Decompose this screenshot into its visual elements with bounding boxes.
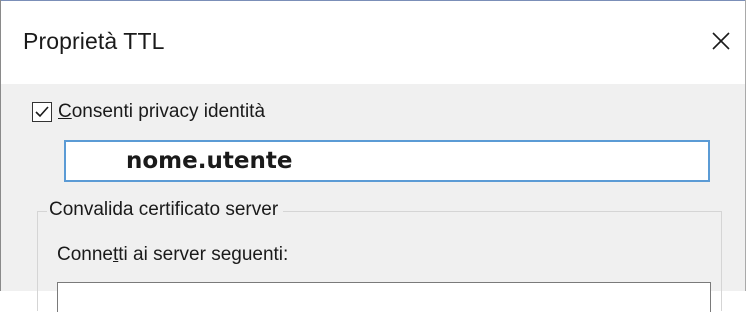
properties-dialog: Proprietà TTL Consenti privacy identità … [0, 0, 746, 312]
identity-input[interactable] [64, 140, 710, 182]
identity-privacy-label-accel: C [58, 101, 72, 122]
dialog-title: Proprietà TTL [23, 28, 165, 54]
close-icon [712, 32, 730, 50]
servers-input[interactable] [57, 282, 711, 312]
close-button[interactable] [701, 21, 741, 61]
dialog-body: Consenti privacy identità Convalida cert… [1, 84, 745, 312]
connect-servers-label-prefix: Conne [57, 244, 113, 265]
connect-servers-label: Connetti ai server seguenti: [57, 244, 288, 266]
checkmark-icon [35, 106, 49, 118]
title-bar: Proprietà TTL [1, 0, 745, 84]
identity-privacy-label-rest: onsenti privacy identità [71, 101, 266, 122]
identity-privacy-checkbox[interactable] [32, 102, 52, 122]
server-validation-legend: Convalida certificato server [47, 199, 284, 221]
identity-privacy-label: Consenti privacy identità [58, 101, 265, 123]
identity-privacy-checkbox-row[interactable]: Consenti privacy identità [32, 100, 265, 124]
connect-servers-label-rest: ti ai server seguenti: [118, 244, 289, 265]
